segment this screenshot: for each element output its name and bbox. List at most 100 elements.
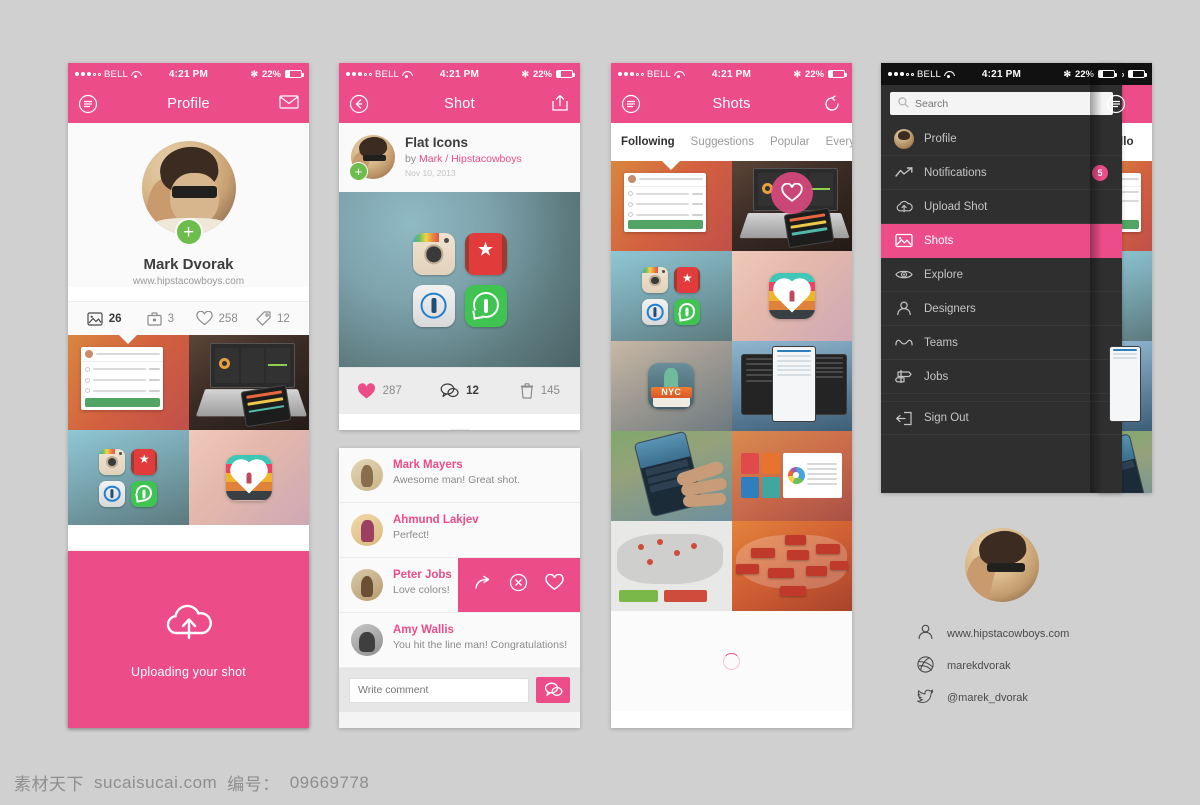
comment-compose-bar [339,668,580,712]
identity-row-website[interactable]: www.hipstacowboys.com [917,624,1122,643]
comment-author[interactable]: Amy Wallis [393,624,567,636]
avatar [351,459,383,491]
thumbnail-heart-lock[interactable] [731,251,852,341]
back-arrow-icon[interactable] [349,94,369,114]
share-icon[interactable] [550,94,570,114]
tab-following[interactable]: Following [621,136,675,148]
stat-shots[interactable]: 26 [76,311,132,326]
identity-row-dribbble[interactable]: marekdvorak [917,656,1122,676]
thumbnail-dashboard-ui[interactable] [731,431,852,521]
stat-likes[interactable]: 258 [189,311,245,326]
menu-item-designers[interactable]: Designers [881,292,1122,326]
comment-text: Perfect! [393,529,430,541]
status-bar: BELL 4:21 PM ✻ 22% [68,63,309,85]
thumbnail-nyc-guide[interactable]: NYC [611,341,732,431]
identity-row-twitter[interactable]: @marek_dvorak [915,689,1122,707]
user-url[interactable]: www.hipstacowboys.com [68,276,309,287]
mail-icon[interactable] [279,94,299,114]
menu-item-notifications[interactable]: Notifications 5 [881,156,1122,190]
thumbnail-europe-map[interactable] [611,521,732,611]
battery-icon [1128,70,1148,78]
menu-item-upload-shot[interactable]: Upload Shot [881,190,1122,224]
user-name: Mark Dvorak [143,256,234,273]
thumbnail-world-map-tags[interactable] [731,521,852,611]
menu-item-label: Shots [924,234,954,247]
menu-item-explore[interactable]: Explore [881,258,1122,292]
list-item-swiped[interactable]: Peter Jobs Love colors! [339,558,580,613]
list-item[interactable]: Ahmund Lakjev Perfect! [339,503,580,558]
stat-shots-value: 26 [108,312,122,325]
menu-item-profile[interactable]: Profile [881,122,1122,156]
stat-comments-value: 12 [466,385,479,397]
like-icon[interactable] [545,573,564,596]
thumbnail-hand-phone[interactable] [611,431,732,521]
tab-popular[interactable]: Popular [770,136,810,148]
shot-stats: 287 12 145 [339,367,580,430]
reply-icon[interactable] [474,575,493,596]
bucket-trash-icon [520,383,534,399]
shot-date: Nov 10, 2013 [405,168,456,178]
list-item[interactable]: Mark Mayers Awesome man! Great shot. [339,448,580,503]
delete-icon[interactable] [509,573,528,597]
author-avatar[interactable]: + [349,135,395,181]
thumbnail-invoice[interactable] [611,161,732,251]
follow-plus-button[interactable]: + [349,162,368,181]
stat-likes[interactable]: 287 [339,382,419,400]
comment-author[interactable]: Ahmund Lakjev [393,514,479,526]
thumbnail-laptop[interactable] [731,161,852,251]
upload-shot-card[interactable]: Uploading your shot [68,551,309,728]
tab-everyone[interactable]: Everyone [826,136,852,148]
signal-dots-icon [618,72,644,76]
wifi-icon [402,70,411,78]
carrier-label: BELL [375,68,400,80]
comment-author[interactable]: Peter Jobs [393,569,452,581]
thumbnail-flat-icons[interactable]: ★ [611,251,732,341]
refresh-icon[interactable] [822,94,842,114]
hamburger-icon[interactable] [1106,94,1126,114]
comment-author[interactable]: Mark Mayers [393,459,520,471]
list-item[interactable]: Amy Wallis You hit the line man! Congrat… [339,613,580,668]
whatsapp-icon [131,480,158,507]
thumbnail-app-screens[interactable] [731,341,852,431]
shot-artwork[interactable]: ★ [339,192,580,367]
stat-comments[interactable]: 12 [419,383,499,399]
battery-icon [285,70,304,78]
menu-item-sign-out[interactable]: Sign Out [881,401,1122,435]
shots-screen: BELL 4:21 PM ✻ 22% Shots Following Sugge… [611,63,852,728]
comment-input[interactable] [349,677,529,703]
photo-icon [87,311,103,326]
comment-body: Amy Wallis You hit the line man! Congrat… [393,624,567,651]
comment-body: Mark Mayers Awesome man! Great shot. [393,459,520,486]
stat-tags[interactable]: 12 [245,311,301,326]
search-input[interactable] [915,97,1105,110]
shot-title: Flat Icons [405,135,469,150]
cloud-upload-icon [161,600,217,647]
thumbnail-invoice[interactable] [68,335,189,430]
avatar [351,569,383,601]
hamburger-icon[interactable] [621,94,641,114]
follow-plus-button[interactable]: + [174,218,203,246]
menu-item-jobs[interactable]: Jobs [881,360,1122,394]
thumbnail-flat-icons[interactable]: ★ [68,430,189,525]
signal-dots-icon [346,72,372,76]
battery-icon [556,70,575,78]
send-comment-button[interactable] [536,677,570,703]
stat-buckets[interactable]: 145 [500,383,580,399]
page-title: Profile [167,96,210,112]
carrier-label: BELL [917,68,942,80]
thumbnail-laptop[interactable] [188,335,309,430]
avatar[interactable]: + [141,141,236,246]
page-title: Shots [712,96,751,112]
tab-suggestions[interactable]: Suggestions [691,136,754,148]
thumbnail-heart-lock[interactable] [188,430,309,525]
instagram-icon [642,267,669,293]
stat-buckets[interactable]: 3 [132,311,188,326]
menu-item-teams[interactable]: Teams [881,326,1122,360]
hamburger-icon[interactable] [78,94,98,114]
shot-author[interactable]: Mark / Hipstacowboys [419,153,522,165]
search-box[interactable] [890,92,1113,115]
menu-item-shots[interactable]: Shots [881,224,1122,258]
wunderlist-icon: ★ [131,448,158,475]
heart-icon [195,311,213,326]
search-icon [898,95,909,113]
